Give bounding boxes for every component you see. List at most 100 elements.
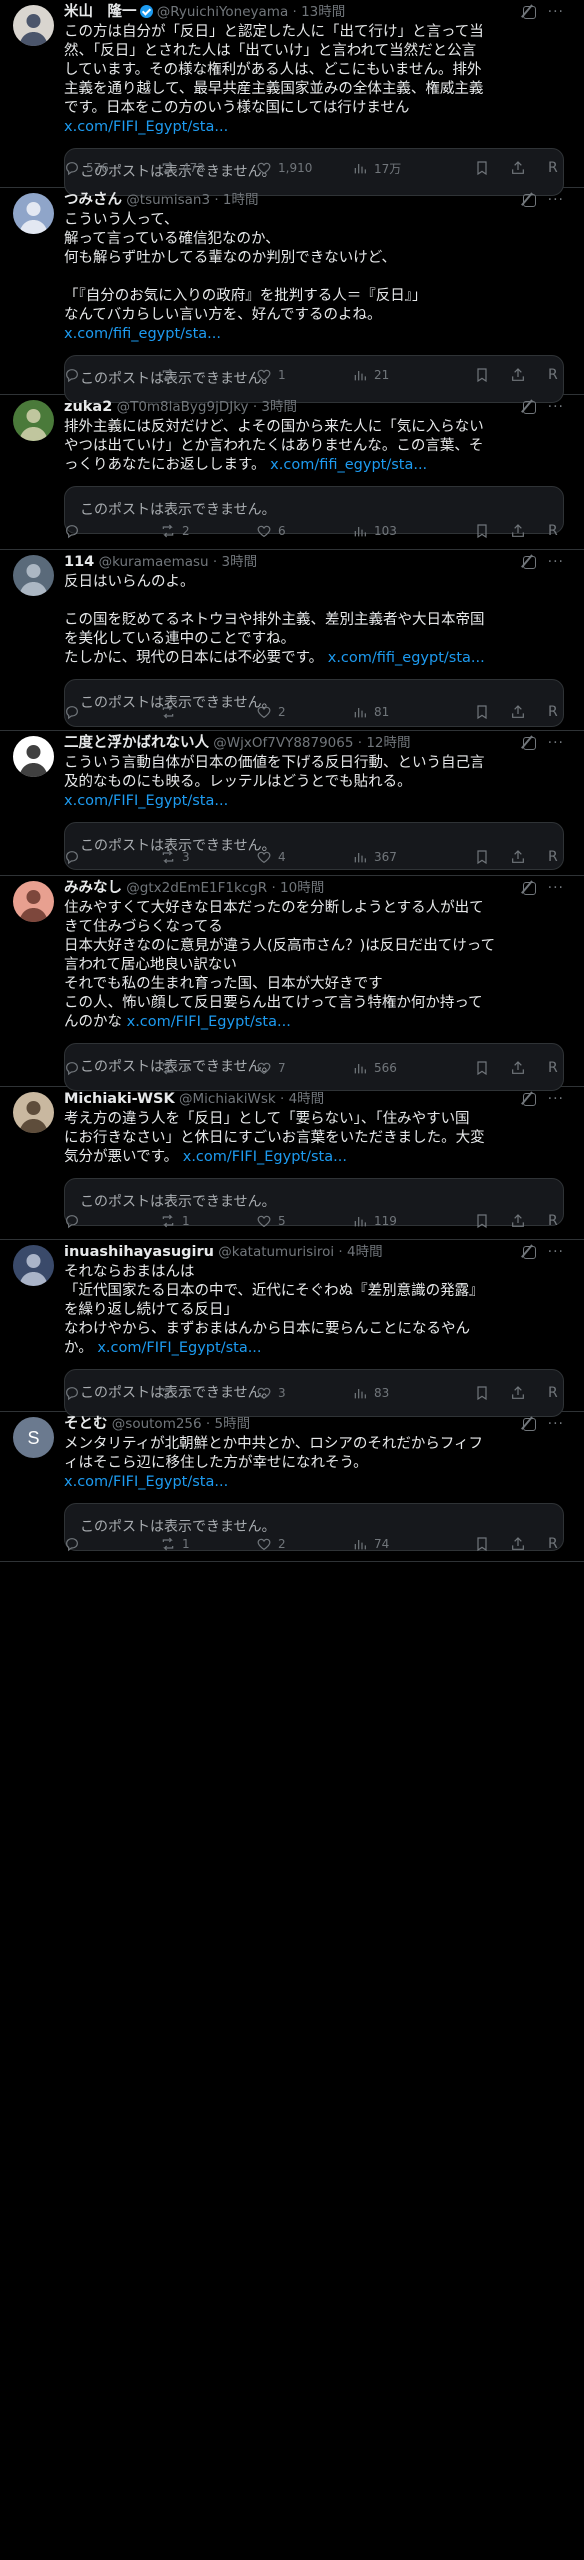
author-name[interactable]: Michiaki-WSK [64, 1091, 175, 1107]
bookmark-button[interactable] [474, 367, 490, 383]
avatar[interactable] [13, 1245, 54, 1286]
author-name[interactable]: zuka2 [64, 399, 112, 415]
bookmark-button[interactable] [474, 160, 490, 176]
post-time[interactable]: 4時間 [289, 1091, 325, 1107]
share-button[interactable] [510, 849, 526, 865]
repost-button[interactable] [160, 367, 182, 383]
like-button[interactable]: 5 [256, 1213, 286, 1229]
tweet[interactable]: つみさん @tsumisan3 · 1時間 ··· こういう人って、 解って言っている… [0, 188, 584, 403]
author-handle[interactable]: @RyuichiYoneyama [153, 4, 288, 20]
r-extension-button[interactable]: R [548, 1060, 558, 1076]
more-options-icon[interactable]: ··· [548, 5, 564, 19]
author-handle[interactable]: @kuramaemasu [94, 554, 209, 570]
tweet[interactable]: inuashihayasugiru @katatumurisiroi · 4時間… [0, 1240, 584, 1417]
author-name[interactable]: つみさん [64, 192, 122, 208]
reply-button[interactable] [64, 1385, 86, 1401]
tweet[interactable]: 114 @kuramaemasu · 3時間 ··· 反日はいらんのよ。 この国を貶め… [0, 550, 584, 731]
reply-button[interactable] [64, 704, 86, 720]
grok-icon[interactable] [522, 736, 536, 750]
quoted-post-link[interactable]: x.com/fifi_egypt/sta... [328, 650, 485, 666]
post-time[interactable]: 3時間 [221, 554, 257, 570]
repost-button[interactable] [160, 704, 182, 720]
quoted-post-link[interactable]: x.com/FIFI_Egypt/sta... [127, 1014, 291, 1030]
more-options-icon[interactable]: ··· [548, 555, 564, 569]
author-name[interactable]: 114 [64, 554, 94, 570]
post-time[interactable]: 5時間 [215, 1416, 251, 1432]
views-button[interactable]: 17万 [352, 160, 401, 177]
quoted-post-link[interactable]: x.com/FIFI_Egypt/sta... [64, 793, 228, 809]
r-extension-button[interactable]: R [548, 849, 558, 865]
r-extension-button[interactable]: R [548, 704, 558, 720]
author-name[interactable]: inuashihayasugiru [64, 1244, 214, 1260]
share-button[interactable] [510, 1213, 526, 1229]
avatar[interactable] [13, 1092, 54, 1133]
like-button[interactable]: 1,910 [256, 160, 312, 176]
views-button[interactable]: 119 [352, 1213, 397, 1229]
reply-button[interactable] [64, 367, 86, 383]
reply-button[interactable] [64, 849, 86, 865]
tweet[interactable]: S そとむ @soutom256 · 5時間 ··· メンタリティが北朝鮮とか中共とか… [0, 1412, 584, 1562]
author-name[interactable]: 米山 隆一 [64, 4, 137, 20]
views-button[interactable]: 21 [352, 367, 389, 383]
more-options-icon[interactable]: ··· [548, 400, 564, 414]
author-handle[interactable]: @MichiakiWsk [175, 1091, 276, 1107]
like-button[interactable]: 6 [256, 523, 286, 539]
reply-button[interactable] [64, 1060, 86, 1076]
share-button[interactable] [510, 1060, 526, 1076]
views-button[interactable]: 566 [352, 1060, 397, 1076]
grok-icon[interactable] [522, 1417, 536, 1431]
tweet[interactable]: Michiaki-WSK @MichiakiWsk · 4時間 ··· 考え方の違う… [0, 1087, 584, 1240]
repost-button[interactable]: 2 [160, 523, 190, 539]
more-options-icon[interactable]: ··· [548, 1417, 564, 1431]
quoted-post-link[interactable]: x.com/FIFI_Egypt/sta... [97, 1340, 261, 1356]
post-time[interactable]: 1時間 [223, 192, 259, 208]
tweet[interactable]: みみなし @gtx2dEmE1F1kcgR · 10時間 ··· 住みやすくて大好き… [0, 876, 584, 1091]
reply-button[interactable] [64, 523, 86, 539]
post-time[interactable]: 10時間 [280, 880, 324, 896]
bookmark-button[interactable] [474, 1060, 490, 1076]
like-button[interactable]: 2 [256, 704, 286, 720]
reply-button[interactable] [64, 1536, 86, 1552]
like-button[interactable]: 4 [256, 849, 286, 865]
avatar[interactable] [13, 5, 54, 46]
r-extension-button[interactable]: R [548, 160, 558, 176]
avatar[interactable]: S [13, 1417, 54, 1458]
views-button[interactable]: 367 [352, 849, 397, 865]
avatar[interactable] [13, 400, 54, 441]
post-time[interactable]: 12時間 [366, 735, 410, 751]
quoted-post-link[interactable]: x.com/fifi_egypt/sta... [64, 326, 221, 342]
share-button[interactable] [510, 367, 526, 383]
r-extension-button[interactable]: R [548, 1536, 558, 1552]
more-options-icon[interactable]: ··· [548, 881, 564, 895]
author-handle[interactable]: @tsumisan3 [122, 192, 210, 208]
grok-icon[interactable] [522, 193, 536, 207]
author-handle[interactable]: @katatumurisiroi [214, 1244, 334, 1260]
quoted-post-link[interactable]: x.com/fifi_egypt/sta... [270, 457, 427, 473]
grok-icon[interactable] [522, 400, 536, 414]
repost-button[interactable]: 3 [160, 1060, 190, 1076]
avatar[interactable] [13, 736, 54, 777]
quoted-post-link[interactable]: x.com/FIFI_Egypt/sta... [64, 119, 228, 135]
share-button[interactable] [510, 1536, 526, 1552]
more-options-icon[interactable]: ··· [548, 193, 564, 207]
author-name[interactable]: みみなし [64, 880, 122, 896]
r-extension-button[interactable]: R [548, 367, 558, 383]
bookmark-button[interactable] [474, 1213, 490, 1229]
share-button[interactable] [510, 160, 526, 176]
share-button[interactable] [510, 1385, 526, 1401]
views-button[interactable]: 83 [352, 1385, 389, 1401]
author-handle[interactable]: @soutom256 [108, 1416, 202, 1432]
reply-button[interactable] [64, 1213, 86, 1229]
repost-button[interactable]: 1 [160, 1213, 190, 1229]
grok-icon[interactable] [522, 555, 536, 569]
author-handle[interactable]: @T0m8laByg9jDJky [112, 399, 249, 415]
grok-icon[interactable] [522, 1092, 536, 1106]
author-name[interactable]: 二度と浮かばれない人 [64, 735, 209, 751]
share-button[interactable] [510, 523, 526, 539]
bookmark-button[interactable] [474, 849, 490, 865]
like-button[interactable]: 3 [256, 1385, 286, 1401]
more-options-icon[interactable]: ··· [548, 1245, 564, 1259]
author-handle[interactable]: @gtx2dEmE1F1kcgR [122, 880, 267, 896]
more-options-icon[interactable]: ··· [548, 1092, 564, 1106]
like-button[interactable]: 2 [256, 1536, 286, 1552]
